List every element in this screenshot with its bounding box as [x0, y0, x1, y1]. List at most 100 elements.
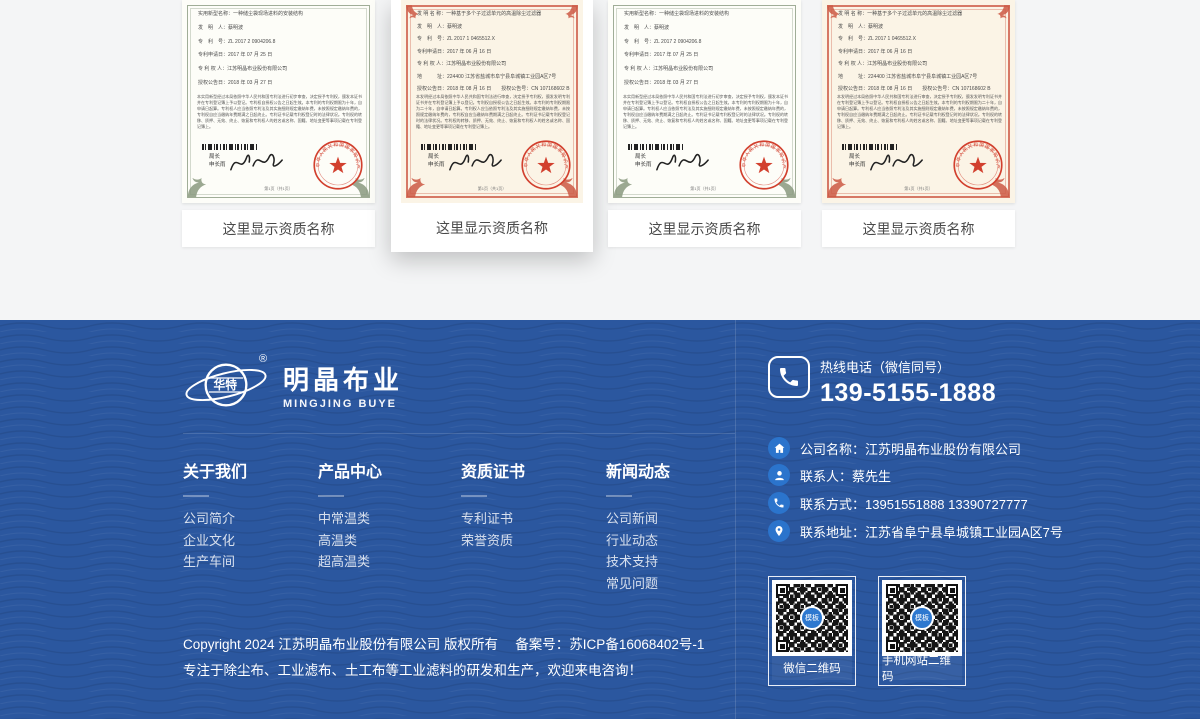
certificate-field: 专利申请日：2017 年 07 月 25 日	[624, 49, 788, 63]
page-note: 第1页（共1页）	[608, 186, 801, 192]
certificate-field: 专 利 权 人：江苏明晶布业股份有限公司	[417, 58, 570, 71]
nav-title-underline	[318, 495, 344, 497]
certificate-caption: 这里显示资质名称	[401, 203, 583, 252]
certificate-field: 专 利 号：ZL 2017 2 0904206.8	[198, 36, 362, 50]
page-note: 第1页（共1页）	[182, 186, 375, 192]
certificate-field: 实用新型名称：一种储尘袋现场进料的安装结构	[624, 8, 788, 22]
certificate-card-1[interactable]: 实用新型名称：一种储尘袋现场进料的安装结构 发 明 人：蔡明波 专 利 号：ZL…	[182, 0, 375, 247]
chief-signature-labels: 局长 申长雨	[209, 153, 226, 169]
footer-nav-news: 新闻动态 公司新闻 行业动态 技术支持 常见问题	[606, 458, 670, 594]
card-divider	[822, 203, 1015, 210]
patent-certificate: 发 明 名 称：一种基于多个子过滤单元的高温除尘过滤器 发 明 人：蔡明波 专 …	[401, 0, 583, 203]
footer-horizontal-divider	[183, 433, 735, 434]
nav-link-faq[interactable]: 常见问题	[606, 573, 670, 595]
certificate-field: 专利申请日：2017 年 06 月 16 日	[417, 46, 570, 59]
nav-column-title: 产品中心	[318, 458, 382, 482]
certificate-paragraph: 本发明经过本局依照中华人民共和国专利法进行审查，决定授予专利权，颁发发明专利证书…	[416, 94, 570, 138]
certificate-field: 发 明 人：蔡明波	[417, 21, 570, 34]
nav-title-underline	[606, 495, 632, 497]
certificate-field: 专 利 权 人：江苏明晶布业股份有限公司	[624, 63, 788, 77]
card-divider	[182, 203, 375, 210]
qrcode-label: 手机网站二维码	[882, 656, 962, 680]
patent-certificate: 发 明 名 称：一种基于多个子过滤单元的高温除尘过滤器 发 明 人：蔡明波 专 …	[822, 0, 1015, 203]
page-note: 第1页（共1页）	[401, 186, 583, 192]
svg-text:华特: 华特	[213, 378, 237, 392]
nav-link-company-profile[interactable]: 公司简介	[183, 508, 247, 530]
certificate-field: 授权公告日：2018 年 03 月 27 日	[624, 77, 788, 91]
certificate-card-2[interactable]: 发 明 名 称：一种基于多个子过滤单元的高温除尘过滤器 发 明 人：蔡明波 专 …	[391, 0, 593, 252]
footer-nav-about: 关于我们 公司简介 企业文化 生产车间	[183, 458, 247, 573]
certificate-caption: 这里显示资质名称	[608, 210, 801, 247]
nav-link-corporate-culture[interactable]: 企业文化	[183, 530, 247, 552]
certificate-caption: 这里显示资质名称	[822, 210, 1015, 247]
nav-link-ultra-high-temp[interactable]: 超高温类	[318, 551, 382, 573]
footer-logo[interactable]: 华特 ® 明晶布业 MINGJING BUYE	[183, 355, 403, 420]
nav-link-company-news[interactable]: 公司新闻	[606, 508, 670, 530]
certificate-fields: 发 明 名 称：一种基于多个子过滤单元的高温除尘过滤器 发 明 人：蔡明波 专 …	[417, 8, 570, 96]
certificate-field: 专利申请日：2017 年 06 月 16 日	[838, 46, 1002, 59]
nav-column-title: 新闻动态	[606, 458, 670, 482]
certificate-card-3[interactable]: 实用新型名称：一种储尘袋现场进料的安装结构 发 明 人：蔡明波 专 利 号：ZL…	[608, 0, 801, 247]
nav-link-patent-certificates[interactable]: 专利证书	[461, 508, 525, 530]
contact-phone-numbers: 联系方式：13951551888 13390727777	[768, 492, 1028, 514]
copyright-line-2: 专注于除尘布、工业滤布、土工布等工业滤料的研发和生产，欢迎来电咨询！	[183, 658, 704, 684]
nav-title-underline	[461, 495, 487, 497]
globe-logo-icon: 华特	[183, 355, 269, 415]
nav-link-industry-news[interactable]: 行业动态	[606, 530, 670, 552]
company-brand-name-en: MINGJING BUYE	[283, 398, 403, 410]
hotline-label: 热线电话（微信同号）	[820, 357, 996, 376]
certificate-field: 专利申请日：2017 年 07 月 25 日	[198, 49, 362, 63]
nav-link-tech-support[interactable]: 技术支持	[606, 551, 670, 573]
certificate-field: 专 利 号：ZL 2017 1 0465512.X	[417, 33, 570, 46]
user-icon	[768, 464, 790, 486]
company-brand-name: 明晶布业	[283, 365, 403, 395]
official-seal-icon: 中华人民共和国国家知识产权局	[739, 140, 789, 190]
patent-certificate: 实用新型名称：一种储尘袋现场进料的安装结构 发 明 人：蔡明波 专 利 号：ZL…	[608, 0, 801, 203]
nav-link-production-workshop[interactable]: 生产车间	[183, 551, 247, 573]
qrcode-label: 微信二维码	[772, 656, 852, 680]
footer-nav-products: 产品中心 中常温类 高温类 超高温类	[318, 458, 382, 573]
certificate-fields: 发 明 名 称：一种基于多个子过滤单元的高温除尘过滤器 发 明 人：蔡明波 专 …	[838, 8, 1002, 96]
contact-company-name: 公司名称：江苏明晶布业股份有限公司	[768, 437, 1021, 459]
home-icon	[768, 437, 790, 459]
qrcode-image: 模板	[772, 580, 852, 656]
chief-signature-labels: 局长 申长雨	[849, 153, 866, 169]
card-divider	[608, 203, 801, 210]
contact-person: 联系人：蔡先生	[768, 464, 891, 486]
patent-certificate: 实用新型名称：一种储尘袋现场进料的安装结构 发 明 人：蔡明波 专 利 号：ZL…	[182, 0, 375, 203]
certificate-field: 地 址：224400 江苏省盐城市阜宁县阜城镇工业园A区7号	[417, 71, 570, 84]
certificate-field: 发 明 名 称：一种基于多个子过滤单元的高温除尘过滤器	[838, 8, 1002, 21]
certificate-field: 发 明 人：蔡明波	[198, 22, 362, 36]
certificate-paragraph: 本实用新型经过本局依照中华人民共和国专利法进行初步审查，决定授予专利权，颁发本证…	[623, 94, 788, 138]
nav-column-title: 资质证书	[461, 458, 525, 482]
copyright-line-1: Copyright 2024 江苏明晶布业股份有限公司 版权所有 备案号：苏IC…	[183, 632, 704, 658]
location-pin-icon	[768, 520, 790, 542]
hotline-number: 139-5155-1888	[820, 379, 996, 408]
signature-icon	[867, 150, 925, 176]
page: 实用新型名称：一种储尘袋现场进料的安装结构 发 明 人：蔡明波 专 利 号：ZL…	[0, 0, 1200, 719]
certificate-field: 专 利 权 人：江苏明晶布业股份有限公司	[198, 63, 362, 77]
official-seal-icon: 中华人民共和国国家知识产权局	[313, 140, 363, 190]
nav-title-underline	[183, 495, 209, 497]
certificate-field: 实用新型名称：一种储尘袋现场进料的安装结构	[198, 8, 362, 22]
footer-nav-certificates: 资质证书 专利证书 荣誉资质	[461, 458, 525, 551]
signature-icon	[653, 150, 711, 176]
nav-link-honor-qualifications[interactable]: 荣誉资质	[461, 530, 525, 552]
official-seal-icon: 中华人民共和国国家知识产权局	[521, 140, 571, 190]
certificate-card-4[interactable]: 发 明 名 称：一种基于多个子过滤单元的高温除尘过滤器 发 明 人：蔡明波 专 …	[822, 0, 1015, 247]
certificate-field: 授权公告日：2018 年 03 月 27 日	[198, 77, 362, 91]
mobile-site-qrcode-card: 模板 手机网站二维码	[878, 576, 966, 686]
signature-icon	[446, 150, 504, 176]
signature-icon	[227, 150, 285, 176]
phone-icon	[768, 492, 790, 514]
nav-link-medium-temp[interactable]: 中常温类	[318, 508, 382, 530]
certificate-field: 专 利 权 人：江苏明晶布业股份有限公司	[838, 58, 1002, 71]
footer: 华特 ® 明晶布业 MINGJING BUYE 关于我们 公司简介 企业文化 生…	[0, 320, 1200, 719]
nav-link-high-temp[interactable]: 高温类	[318, 530, 382, 552]
contact-address: 联系地址：江苏省阜宁县阜城镇工业园A区7号	[768, 520, 1063, 542]
copyright: Copyright 2024 江苏明晶布业股份有限公司 版权所有 备案号：苏IC…	[183, 632, 704, 684]
certificate-paragraph: 本发明经过本局依照中华人民共和国专利法进行审查，决定授予专利权，颁发发明专利证书…	[837, 94, 1002, 138]
certificate-fields: 实用新型名称：一种储尘袋现场进料的安装结构 发 明 人：蔡明波 专 利 号：ZL…	[198, 8, 362, 91]
certificate-field: 发 明 人：蔡明波	[624, 22, 788, 36]
chief-signature-labels: 局长 申长雨	[635, 153, 652, 169]
